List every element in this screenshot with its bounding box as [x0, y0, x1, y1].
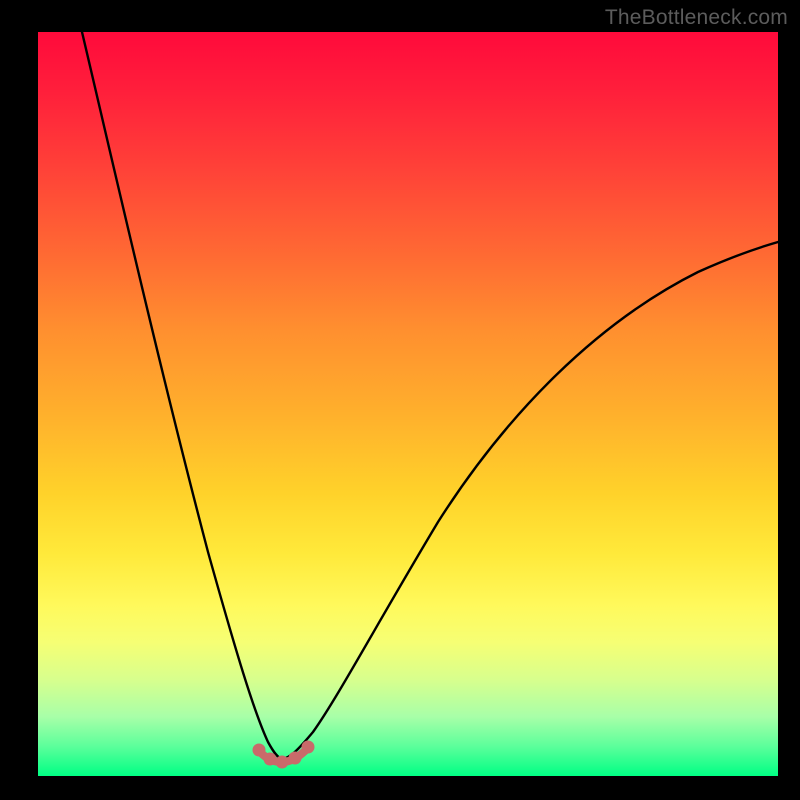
chart-frame: TheBottleneck.com — [0, 0, 800, 800]
plot-area — [38, 32, 778, 776]
valley-dot — [276, 756, 289, 769]
curve-layer — [38, 32, 778, 776]
valley-dot — [264, 753, 277, 766]
valley-dot — [302, 741, 315, 754]
valley-dot — [289, 752, 302, 765]
valley-dot — [253, 744, 266, 757]
watermark-text: TheBottleneck.com — [605, 6, 788, 30]
curve-right — [282, 242, 778, 759]
curve-left — [82, 32, 282, 759]
